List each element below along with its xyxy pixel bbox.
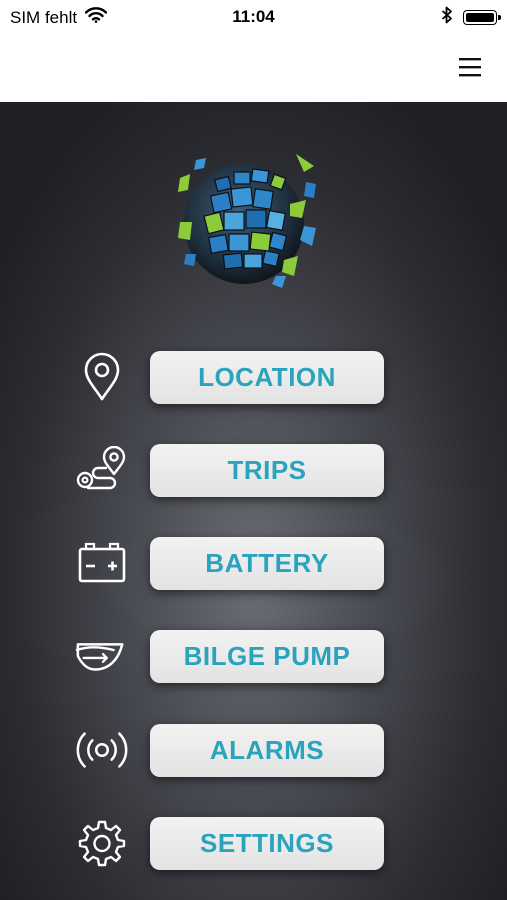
menu-row-bilge-pump: BILGE PUMP — [0, 628, 507, 684]
battery-icon — [74, 535, 130, 591]
status-right — [441, 6, 501, 29]
route-icon — [74, 442, 130, 498]
globe-mosaic-logo — [166, 142, 326, 300]
location-button[interactable]: LOCATION — [150, 351, 384, 404]
gear-icon — [74, 815, 130, 871]
menu-row-trips: TRIPS — [0, 442, 507, 498]
menu-row-battery: BATTERY — [0, 535, 507, 591]
map-pin-icon — [74, 349, 130, 405]
nav-bar — [0, 36, 507, 102]
menu-row-settings: SETTINGS — [0, 815, 507, 871]
main-menu-screen: LOCATION TRIPS BATTERY BILGE PUMP ALARMS… — [0, 102, 507, 900]
alarms-button[interactable]: ALARMS — [150, 724, 384, 777]
menu-row-location: LOCATION — [0, 349, 507, 405]
status-bar: SIM fehlt 11:04 — [0, 0, 507, 36]
bilge-pump-button[interactable]: BILGE PUMP — [150, 630, 384, 683]
bluetooth-icon — [441, 6, 453, 29]
bilge-pump-icon — [74, 628, 130, 684]
battery-button[interactable]: BATTERY — [150, 537, 384, 590]
menu-row-alarms: ALARMS — [0, 722, 507, 778]
alarm-broadcast-icon — [74, 722, 130, 778]
settings-button[interactable]: SETTINGS — [150, 817, 384, 870]
battery-icon — [463, 10, 501, 25]
trips-button[interactable]: TRIPS — [150, 444, 384, 497]
hamburger-menu-icon[interactable] — [455, 52, 485, 82]
status-time: 11:04 — [232, 7, 275, 26]
